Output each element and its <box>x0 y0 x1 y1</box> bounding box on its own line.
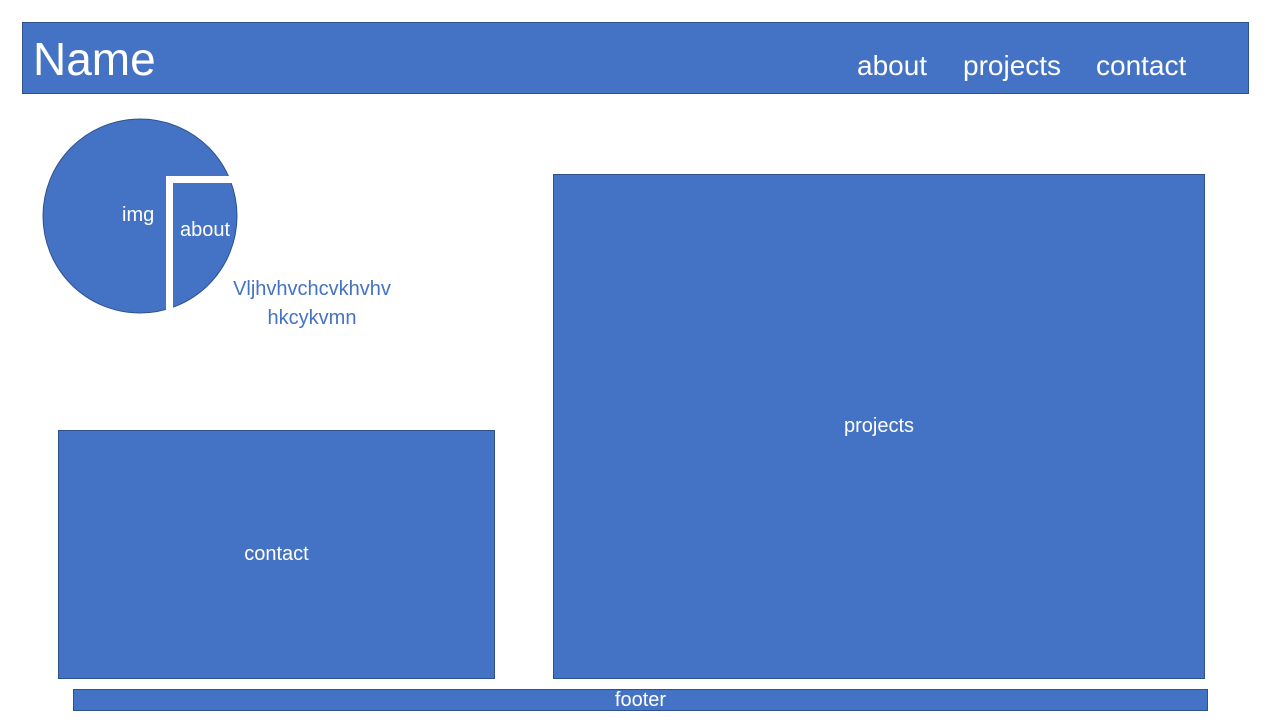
img-label: img <box>122 204 155 226</box>
about-label: about <box>180 219 231 241</box>
contact-section-label: contact <box>244 543 309 565</box>
projects-section-label: projects <box>843 415 915 437</box>
about-text-line: Vljhvhvchcvkhvhv <box>233 278 391 300</box>
profile-section: img about <box>42 117 238 315</box>
about-text: Vljhvhvchcvkhvhv hkcykvmn <box>212 275 412 333</box>
projects-section: projects <box>553 174 1205 679</box>
site-name: Name <box>33 33 156 85</box>
nav-contact-link[interactable]: contact <box>1096 49 1186 83</box>
site-header: Name about projects contact <box>22 22 1249 94</box>
nav-projects-link[interactable]: projects <box>963 49 1061 83</box>
nav-about-link[interactable]: about <box>857 49 927 83</box>
contact-section: contact <box>58 430 495 679</box>
about-text-line: hkcykvmn <box>267 307 357 329</box>
site-footer: footer <box>73 689 1208 711</box>
wireframe-page: Name about projects contact img about Vl… <box>0 0 1280 720</box>
footer-label: footer <box>614 689 667 711</box>
